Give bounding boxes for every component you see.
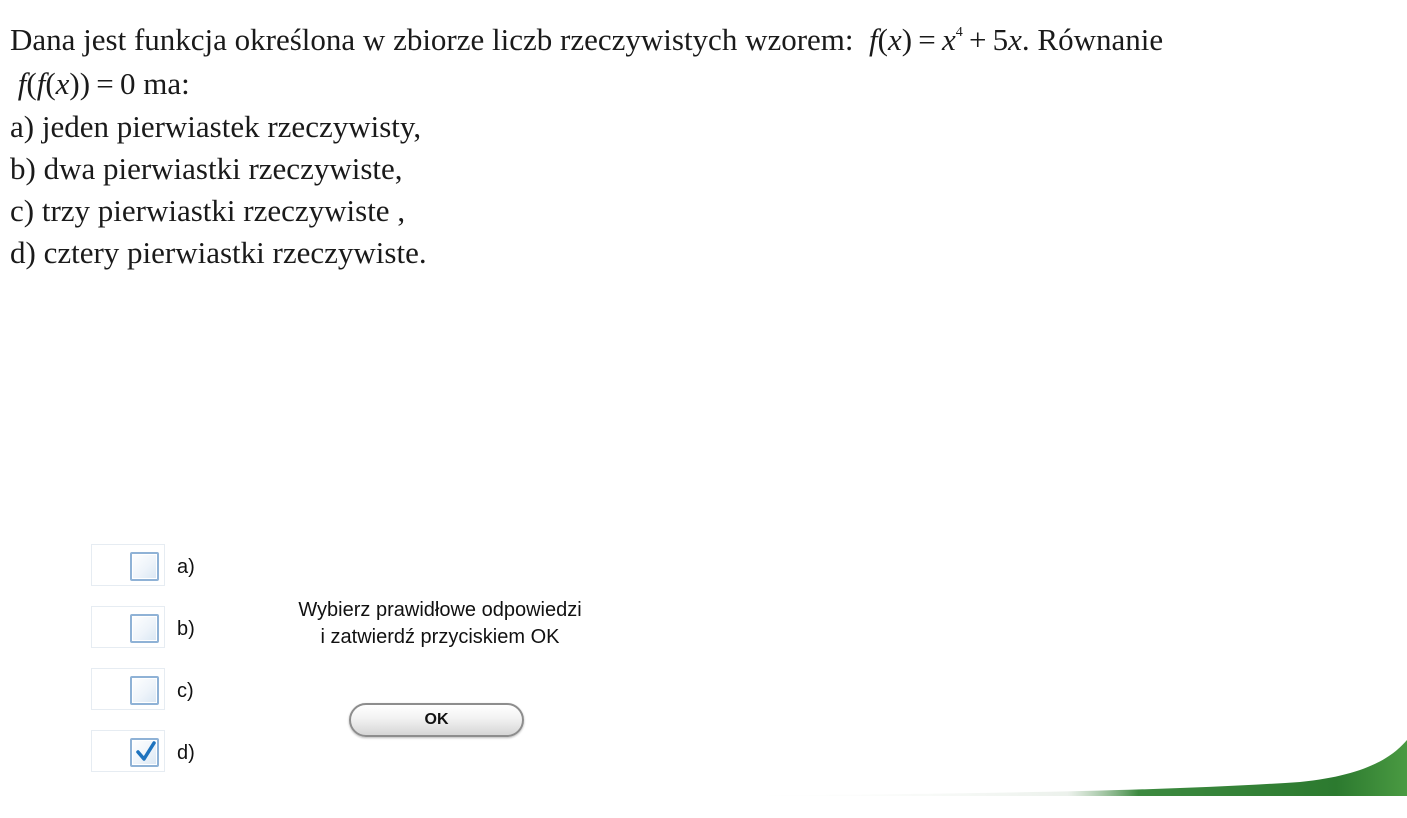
function-formula: f(x) = x4 + 5x — [869, 22, 1022, 57]
checkbox-b[interactable] — [130, 614, 159, 643]
instruction-line-2: i zatwierdź przyciskiem OK — [320, 626, 560, 648]
answer-label-a: a) — [177, 556, 195, 578]
question-line-2: f(f(x)) = 0 ma: — [10, 62, 1400, 106]
question-option-a: a) jeden pierwiastek rzeczywisty, — [10, 109, 422, 144]
question-option-d: d) cztery pierwiastki rzeczywiste. — [10, 235, 427, 270]
question-equation-suffix: ma: — [143, 66, 190, 101]
question-option-c: c) trzy pierwiastki rzeczywiste , — [10, 193, 406, 228]
equation-formula: f(f(x)) = 0 — [17, 66, 136, 101]
answer-label-b: b) — [177, 618, 195, 640]
answer-row-a[interactable]: a) — [91, 544, 221, 588]
checkbox-cell — [91, 606, 165, 648]
answer-row-b[interactable]: b) — [91, 606, 221, 650]
question-text: Dana jest funkcja określona w zbiorze li… — [10, 18, 1400, 274]
question-option-b: b) dwa pierwiastki rzeczywiste, — [10, 151, 403, 186]
checkbox-cell — [91, 544, 165, 586]
question-line-1: Dana jest funkcja określona w zbiorze li… — [10, 18, 1400, 62]
instruction-line-1: Wybierz prawidłowe odpowiedzi — [298, 599, 582, 621]
question-after-formula: . Równanie — [1021, 22, 1164, 57]
question-intro: Dana jest funkcja określona w zbiorze li… — [10, 22, 854, 57]
checkbox-a[interactable] — [130, 552, 159, 581]
decorative-green-swoosh — [700, 740, 1407, 800]
instruction-text: Wybierz prawidłowe odpowiedzi i zatwierd… — [250, 597, 630, 651]
